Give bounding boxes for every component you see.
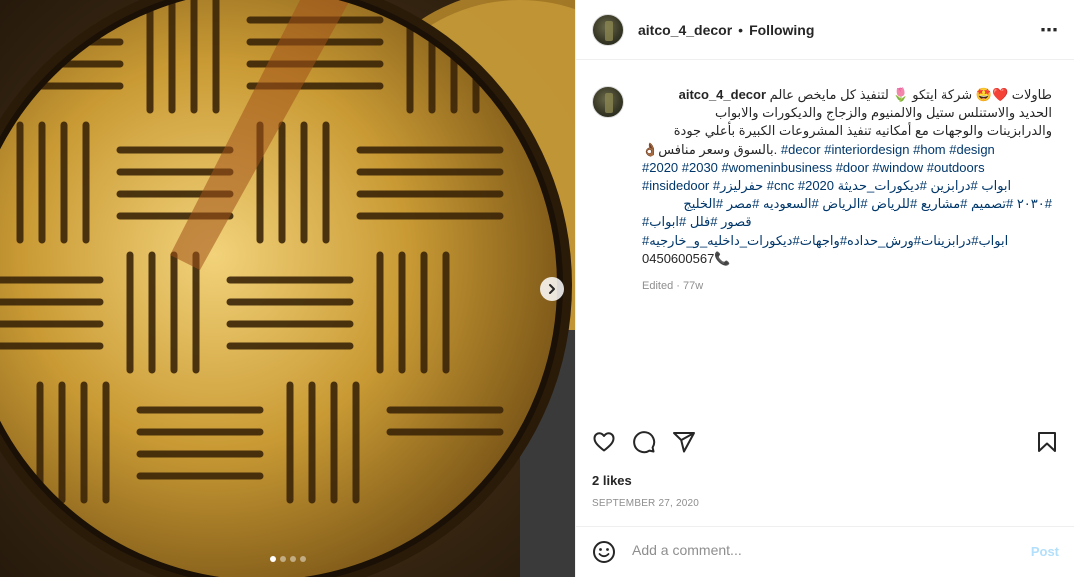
comment-bar: Post bbox=[576, 526, 1074, 577]
emoji-icon bbox=[593, 541, 615, 563]
caption-line: طاولات ❤️🤩 شركة ايتكو 🌷 لتنفيذ كل مايخص … bbox=[678, 87, 1052, 102]
post-comment-button[interactable]: Post bbox=[1031, 544, 1059, 559]
instagram-post: aitco_4_decor • Following ⋯ طاولات ❤️🤩 ش… bbox=[0, 0, 1074, 577]
caption-line: الحديد والاستنلس ستيل والالمنيوم والزجاج… bbox=[714, 105, 1052, 121]
carousel-dot bbox=[299, 556, 306, 562]
share-button[interactable] bbox=[672, 430, 696, 459]
hashtag-links[interactable]: #قصور #فلل #ابواب bbox=[642, 213, 1052, 231]
comment-icon bbox=[633, 431, 656, 454]
username-link[interactable]: aitco_4_decor bbox=[638, 22, 732, 38]
hashtag-links[interactable]: #ابواب#درابزينات#ورش_حداده#واجهات#ديكورا… bbox=[642, 232, 1052, 250]
post-media[interactable] bbox=[0, 0, 575, 577]
following-button[interactable]: Following bbox=[749, 22, 814, 38]
carousel-dot bbox=[269, 556, 276, 562]
carousel-dot bbox=[289, 556, 296, 562]
next-image-button[interactable] bbox=[540, 277, 564, 301]
caption-text: طاولات ❤️🤩 شركة ايتكو 🌷 لتنفيذ كل مايخص … bbox=[642, 86, 1052, 268]
edited-timestamp[interactable]: Edited · 77w bbox=[642, 280, 703, 292]
hashtag-links[interactable]: #decor #interiordesign #hom #design bbox=[781, 142, 995, 157]
chevron-right-icon bbox=[549, 284, 555, 294]
action-bar bbox=[576, 424, 1074, 464]
post-photo bbox=[0, 0, 575, 577]
post-header: aitco_4_decor • Following ⋯ bbox=[576, 0, 1074, 60]
caption-line: 👌🏾بالسوق وسعر منافس. #decor #interiordes… bbox=[642, 141, 995, 157]
bookmark-icon bbox=[1038, 432, 1056, 452]
heart-icon bbox=[593, 432, 615, 452]
post-sidebar: aitco_4_decor • Following ⋯ طاولات ❤️🤩 ش… bbox=[575, 0, 1074, 577]
likes-count[interactable]: 2 likes bbox=[592, 473, 632, 488]
caption-line: والدرابزينات والوجهات مع أمكانيه تنفيذ ا… bbox=[673, 123, 1052, 139]
carousel-indicator bbox=[0, 556, 575, 562]
caption-username[interactable]: aitco_4_decor bbox=[679, 87, 766, 102]
hashtag-links[interactable]: #٢٠٣٠ #تصميم #مشاريع #للرياض #الرياض #ال… bbox=[642, 195, 1052, 213]
like-button[interactable] bbox=[592, 430, 616, 459]
carousel-dot bbox=[279, 556, 286, 562]
caption-avatar[interactable] bbox=[592, 86, 624, 118]
send-icon bbox=[673, 432, 695, 453]
phone-number: 0450600567📞 bbox=[642, 250, 731, 266]
comment-input[interactable] bbox=[632, 542, 1012, 558]
save-button[interactable] bbox=[1035, 430, 1059, 459]
separator-dot: • bbox=[738, 21, 744, 38]
avatar[interactable] bbox=[592, 13, 624, 46]
emoji-button[interactable] bbox=[592, 540, 616, 569]
comment-button[interactable] bbox=[632, 430, 656, 459]
hashtag-links[interactable]: #2020 #2030 #womeninbusiness #door #wind… bbox=[642, 159, 1052, 177]
more-options-icon[interactable]: ⋯ bbox=[1040, 20, 1059, 41]
hashtag-links[interactable]: #insidedoor #حفرليزر #cnc #2020 ابواب #د… bbox=[642, 177, 1052, 195]
post-date[interactable]: SEPTEMBER 27, 2020 bbox=[592, 498, 699, 509]
